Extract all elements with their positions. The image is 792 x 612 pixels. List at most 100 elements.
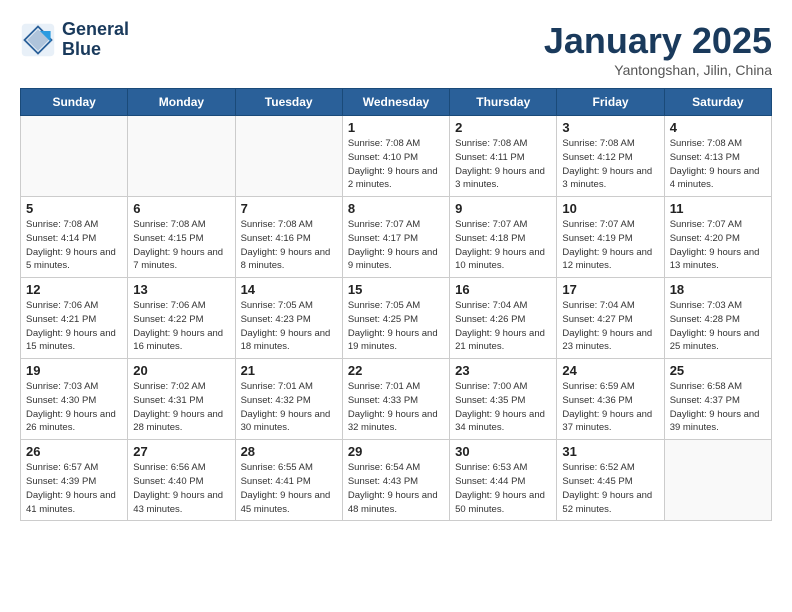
day-info: Sunrise: 7:03 AMSunset: 4:30 PMDaylight:… <box>26 380 122 435</box>
calendar-week-row-1: 1Sunrise: 7:08 AMSunset: 4:10 PMDaylight… <box>21 116 772 197</box>
logo: General Blue <box>20 20 129 60</box>
day-info: Sunrise: 7:06 AMSunset: 4:22 PMDaylight:… <box>133 299 229 354</box>
day-number: 16 <box>455 282 551 297</box>
calendar-cell: 29 Sunrise: 6:54 AMSunset: 4:43 PMDayligh… <box>342 440 449 521</box>
calendar-cell: 18 Sunrise: 7:03 AMSunset: 4:28 PMDayligh… <box>664 278 771 359</box>
calendar-cell: 23 Sunrise: 7:00 AMSunset: 4:35 PMDayligh… <box>450 359 557 440</box>
day-number: 1 <box>348 120 444 135</box>
day-info: Sunrise: 6:58 AMSunset: 4:37 PMDaylight:… <box>670 380 766 435</box>
day-info: Sunrise: 7:01 AMSunset: 4:33 PMDaylight:… <box>348 380 444 435</box>
day-info: Sunrise: 6:53 AMSunset: 4:44 PMDaylight:… <box>455 461 551 516</box>
page-header: General Blue January 2025 Yantongshan, J… <box>20 20 772 78</box>
day-number: 12 <box>26 282 122 297</box>
calendar-cell: 21Sunrise: 7:01 AMSunset: 4:32 PMDayligh… <box>235 359 342 440</box>
month-title: January 2025 <box>544 20 772 62</box>
weekday-header-sunday: Sunday <box>21 89 128 116</box>
day-info: Sunrise: 7:08 AMSunset: 4:13 PMDaylight:… <box>670 137 766 192</box>
day-number: 15 <box>348 282 444 297</box>
calendar-cell: 27 Sunrise: 6:56 AMSunset: 4:40 PMDayligh… <box>128 440 235 521</box>
calendar-week-row-5: 26 Sunrise: 6:57 AMSunset: 4:39 PMDayligh… <box>21 440 772 521</box>
calendar-week-row-3: 12 Sunrise: 7:06 AMSunset: 4:21 PMDayligh… <box>21 278 772 359</box>
calendar-table: SundayMondayTuesdayWednesdayThursdayFrid… <box>20 88 772 521</box>
calendar-cell: 17 Sunrise: 7:04 AMSunset: 4:27 PMDayligh… <box>557 278 664 359</box>
day-info: Sunrise: 6:59 AMSunset: 4:36 PMDaylight:… <box>562 380 658 435</box>
day-number: 28 <box>241 444 337 459</box>
calendar-cell: 31Sunrise: 6:52 AMSunset: 4:45 PMDayligh… <box>557 440 664 521</box>
logo-text: General Blue <box>62 20 129 60</box>
calendar-cell: 26 Sunrise: 6:57 AMSunset: 4:39 PMDayligh… <box>21 440 128 521</box>
calendar-cell: 22 Sunrise: 7:01 AMSunset: 4:33 PMDayligh… <box>342 359 449 440</box>
day-number: 26 <box>26 444 122 459</box>
calendar-cell: 19 Sunrise: 7:03 AMSunset: 4:30 PMDayligh… <box>21 359 128 440</box>
weekday-header-thursday: Thursday <box>450 89 557 116</box>
title-section: January 2025 Yantongshan, Jilin, China <box>544 20 772 78</box>
calendar-cell: 11Sunrise: 7:07 AMSunset: 4:20 PMDayligh… <box>664 197 771 278</box>
calendar-cell: 12 Sunrise: 7:06 AMSunset: 4:21 PMDayligh… <box>21 278 128 359</box>
calendar-cell: 30 Sunrise: 6:53 AMSunset: 4:44 PMDayligh… <box>450 440 557 521</box>
day-number: 14 <box>241 282 337 297</box>
calendar-cell: 9Sunrise: 7:07 AMSunset: 4:18 PMDaylight… <box>450 197 557 278</box>
calendar-cell: 10Sunrise: 7:07 AMSunset: 4:19 PMDayligh… <box>557 197 664 278</box>
calendar-week-row-4: 19 Sunrise: 7:03 AMSunset: 4:30 PMDayligh… <box>21 359 772 440</box>
calendar-cell: 1Sunrise: 7:08 AMSunset: 4:10 PMDaylight… <box>342 116 449 197</box>
calendar-cell: 25 Sunrise: 6:58 AMSunset: 4:37 PMDayligh… <box>664 359 771 440</box>
day-number: 20 <box>133 363 229 378</box>
calendar-cell <box>235 116 342 197</box>
calendar-cell <box>21 116 128 197</box>
day-number: 31 <box>562 444 658 459</box>
day-info: Sunrise: 7:06 AMSunset: 4:21 PMDaylight:… <box>26 299 122 354</box>
calendar-cell: 14 Sunrise: 7:05 AMSunset: 4:23 PMDayligh… <box>235 278 342 359</box>
day-info: Sunrise: 6:57 AMSunset: 4:39 PMDaylight:… <box>26 461 122 516</box>
day-info: Sunrise: 7:03 AMSunset: 4:28 PMDaylight:… <box>670 299 766 354</box>
day-number: 22 <box>348 363 444 378</box>
day-info: Sunrise: 7:07 AMSunset: 4:17 PMDaylight:… <box>348 218 444 273</box>
day-number: 24 <box>562 363 658 378</box>
day-number: 17 <box>562 282 658 297</box>
day-number: 29 <box>348 444 444 459</box>
day-info: Sunrise: 7:08 AMSunset: 4:11 PMDaylight:… <box>455 137 551 192</box>
day-number: 8 <box>348 201 444 216</box>
day-number: 10 <box>562 201 658 216</box>
day-info: Sunrise: 6:56 AMSunset: 4:40 PMDaylight:… <box>133 461 229 516</box>
day-info: Sunrise: 7:08 AMSunset: 4:12 PMDaylight:… <box>562 137 658 192</box>
calendar-cell: 5Sunrise: 7:08 AMSunset: 4:14 PMDaylight… <box>21 197 128 278</box>
day-info: Sunrise: 7:07 AMSunset: 4:18 PMDaylight:… <box>455 218 551 273</box>
day-info: Sunrise: 7:04 AMSunset: 4:26 PMDaylight:… <box>455 299 551 354</box>
weekday-header-wednesday: Wednesday <box>342 89 449 116</box>
day-info: Sunrise: 6:55 AMSunset: 4:41 PMDaylight:… <box>241 461 337 516</box>
day-number: 3 <box>562 120 658 135</box>
calendar-cell: 7 Sunrise: 7:08 AMSunset: 4:16 PMDaylight… <box>235 197 342 278</box>
day-number: 18 <box>670 282 766 297</box>
day-number: 25 <box>670 363 766 378</box>
day-number: 19 <box>26 363 122 378</box>
calendar-cell: 20 Sunrise: 7:02 AMSunset: 4:31 PMDayligh… <box>128 359 235 440</box>
calendar-cell <box>664 440 771 521</box>
weekday-header-saturday: Saturday <box>664 89 771 116</box>
calendar-cell: 13 Sunrise: 7:06 AMSunset: 4:22 PMDayligh… <box>128 278 235 359</box>
day-info: Sunrise: 7:07 AMSunset: 4:20 PMDaylight:… <box>670 218 766 273</box>
day-info: Sunrise: 7:05 AMSunset: 4:23 PMDaylight:… <box>241 299 337 354</box>
day-number: 2 <box>455 120 551 135</box>
day-info: Sunrise: 7:08 AMSunset: 4:15 PMDaylight:… <box>133 218 229 273</box>
calendar-cell: 4 Sunrise: 7:08 AMSunset: 4:13 PMDaylight… <box>664 116 771 197</box>
day-number: 21 <box>241 363 337 378</box>
day-info: Sunrise: 7:08 AMSunset: 4:14 PMDaylight:… <box>26 218 122 273</box>
calendar-week-row-2: 5Sunrise: 7:08 AMSunset: 4:14 PMDaylight… <box>21 197 772 278</box>
weekday-header-monday: Monday <box>128 89 235 116</box>
day-number: 30 <box>455 444 551 459</box>
calendar-cell: 28 Sunrise: 6:55 AMSunset: 4:41 PMDayligh… <box>235 440 342 521</box>
day-info: Sunrise: 7:04 AMSunset: 4:27 PMDaylight:… <box>562 299 658 354</box>
logo-icon <box>20 22 56 58</box>
day-number: 23 <box>455 363 551 378</box>
day-info: Sunrise: 6:54 AMSunset: 4:43 PMDaylight:… <box>348 461 444 516</box>
calendar-cell: 6Sunrise: 7:08 AMSunset: 4:15 PMDaylight… <box>128 197 235 278</box>
day-info: Sunrise: 7:02 AMSunset: 4:31 PMDaylight:… <box>133 380 229 435</box>
day-number: 7 <box>241 201 337 216</box>
day-info: Sunrise: 7:00 AMSunset: 4:35 PMDaylight:… <box>455 380 551 435</box>
calendar-cell: 16 Sunrise: 7:04 AMSunset: 4:26 PMDayligh… <box>450 278 557 359</box>
location-subtitle: Yantongshan, Jilin, China <box>544 62 772 78</box>
day-info: Sunrise: 7:08 AMSunset: 4:16 PMDaylight:… <box>241 218 337 273</box>
day-number: 13 <box>133 282 229 297</box>
day-number: 27 <box>133 444 229 459</box>
day-number: 4 <box>670 120 766 135</box>
